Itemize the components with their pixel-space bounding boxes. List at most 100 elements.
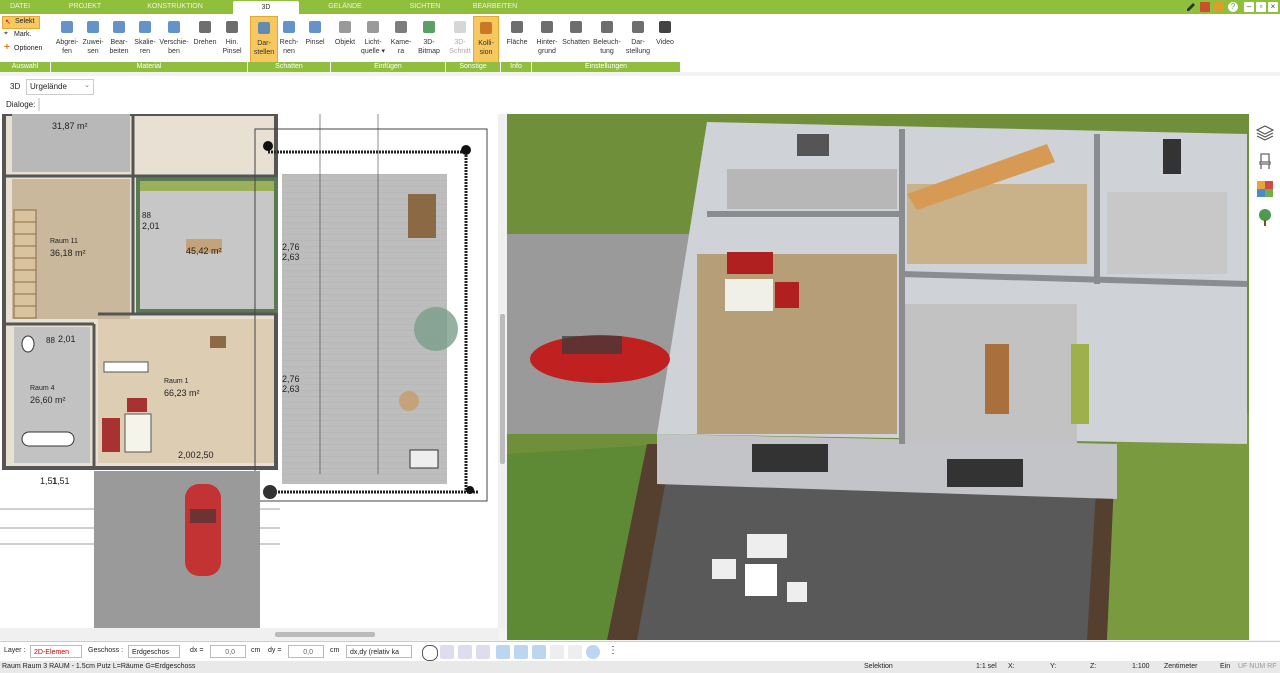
angle-snap-icon[interactable] [496, 645, 510, 659]
status-z: Z: [1090, 663, 1097, 670]
cursor-icon: ↖ [5, 19, 11, 26]
ribbon-button-label: Hin. [225, 39, 239, 46]
dialog-bar: Dialoge: [0, 96, 1280, 115]
floor-plan-view[interactable]: 31,87 m² Raum 11 36,18 m² 45,42 m² Raum … [0, 114, 498, 628]
mark-button[interactable]: ⌖ Mark. [2, 30, 42, 41]
shadow-house-icon [567, 18, 585, 36]
layers-icon[interactable] [1255, 124, 1275, 142]
room-area-label: 66,23 m² [164, 388, 200, 398]
snap-icon[interactable] [440, 645, 454, 659]
save-icon[interactable] [1200, 2, 1210, 12]
optionen-label: Optionen [14, 45, 43, 52]
tree-icon [420, 18, 438, 36]
clock-icon[interactable] [422, 645, 438, 661]
ribbon-button-label: tung [600, 48, 614, 55]
dimension-label: 2,50 [196, 450, 214, 460]
pen-icon[interactable] [1186, 2, 1196, 12]
tab-sichten[interactable]: SICHTEN [390, 0, 460, 14]
plan-horizontal-scrollbar[interactable] [0, 628, 498, 640]
ribbon-button-label: Verschie- [159, 39, 189, 46]
play-icon [656, 18, 674, 36]
status-selection: 1:1 sel [976, 663, 997, 670]
close-button[interactable]: × [1268, 2, 1278, 12]
ortho-icon[interactable] [514, 645, 528, 659]
ribbon-button-label: Dar- [257, 40, 271, 47]
dimension-label: 2,63 [282, 252, 300, 262]
tab-bearbeiten[interactable]: BEARBEITEN [460, 0, 530, 14]
ribbon-button-label: stellen [253, 49, 275, 56]
minimize-button[interactable]: – [1244, 2, 1254, 12]
pinsel-icon [306, 18, 324, 36]
room-area-label: 26,60 m² [30, 395, 66, 405]
geschoss-label: Geschoss : [88, 647, 124, 654]
right-sidebar [1249, 114, 1280, 640]
plan-vertical-scrollbar[interactable] [498, 114, 507, 628]
ribbon-button-label: Schnitt [449, 48, 471, 55]
ribbon-button-label: ren [139, 48, 151, 55]
group-sonstige: Sonstige [446, 62, 500, 72]
group-einstellungen: Einstellungen [532, 62, 680, 72]
maximize-button[interactable]: ▫ [1256, 2, 1266, 12]
relative-mode-select[interactable]: dx,dy (relativ ka [346, 645, 412, 658]
ribbon-button-label: 3D- [423, 39, 435, 46]
layer-select[interactable]: 2D-Elemen [30, 645, 82, 658]
ribbon-button-label: grund [538, 48, 556, 55]
dimension-label: 88 [46, 336, 55, 345]
dimension-label: 2,01 [142, 221, 160, 231]
terrain-select[interactable]: Urgelände ⌄ [26, 79, 94, 95]
grid-icon[interactable] [568, 645, 582, 659]
tab-konstruktion[interactable]: KONSTRUKTION [130, 0, 220, 14]
room-area-label: 31,87 m² [52, 121, 88, 131]
ribbon-tab-bar: DATEI PROJEKT KONSTRUKTION 3D GELÄNDE SI… [0, 0, 1280, 15]
selekt-button[interactable]: ↖ Selekt [2, 16, 40, 29]
ribbon-button-label: Kame- [390, 39, 412, 46]
camera-icon [392, 18, 410, 36]
dimension-label: 2,01 [58, 334, 76, 344]
dimension-label: 1,51 [52, 476, 70, 486]
group-material: Material [51, 62, 247, 72]
selekt-label: Selekt [15, 18, 35, 25]
chair-icon[interactable] [1256, 152, 1274, 170]
ribbon-button-label: Abgrei- [55, 39, 79, 46]
status-y: Y: [1050, 663, 1057, 670]
geschoss-select[interactable]: Erdgeschos [128, 645, 180, 658]
lock-icon[interactable] [476, 645, 490, 659]
dy-input[interactable]: 0,0 [288, 645, 324, 658]
ribbon-button-label: Bear- [110, 39, 128, 46]
status-ein: Ein [1220, 663, 1231, 670]
status-scale: 1:100 [1132, 663, 1150, 670]
grid-snap-icon[interactable] [458, 645, 472, 659]
tab-3d[interactable]: 3D [233, 1, 299, 15]
layer-icon[interactable] [550, 645, 564, 659]
ribbon-toolbar: ↖ Selekt ⌖ Mark. + Optionen Abgrei-fen Zu… [0, 14, 1280, 72]
tab-projekt[interactable]: PROJEKT [50, 0, 120, 14]
option-bar: 3D Urgelände ⌄ [0, 76, 1280, 97]
catch-icon[interactable] [532, 645, 546, 659]
status-info: Raum Raum 3 RAUM - 1.5cm Putz L=Räume G=… [2, 663, 196, 670]
folder-icon[interactable] [1214, 2, 1224, 12]
dx-input[interactable]: 0,0 [210, 645, 246, 658]
3d-view[interactable] [507, 114, 1249, 640]
plant-icon[interactable] [1256, 208, 1274, 226]
status-x: X: [1008, 663, 1015, 670]
tab-datei[interactable]: DATEI [0, 0, 40, 14]
help-icon[interactable]: ? [1228, 2, 1238, 12]
optionen-button[interactable]: + Optionen [2, 42, 50, 54]
status-flags: UF NUM RF [1238, 663, 1277, 670]
north-icon[interactable] [586, 645, 600, 659]
move-icon [165, 18, 183, 36]
scroll-thumb[interactable] [500, 314, 505, 464]
ribbon-button-label: ben [168, 48, 180, 55]
ribbon-button-label: stellung [625, 48, 651, 55]
scroll-thumb[interactable] [275, 632, 375, 637]
material-palette-icon[interactable] [1256, 180, 1274, 198]
brush-icon [223, 18, 241, 36]
dimension-label: 2,00 [178, 450, 196, 460]
room-name-label: Raum 4 [30, 385, 55, 392]
group-info: Info [501, 62, 531, 72]
tab-gelaende[interactable]: GELÄNDE [310, 0, 380, 14]
layer-label: Layer : [4, 647, 26, 654]
room-area-label: 36,18 m² [50, 248, 86, 258]
more-icon[interactable]: ⋮ [608, 645, 622, 659]
area-icon [508, 18, 526, 36]
